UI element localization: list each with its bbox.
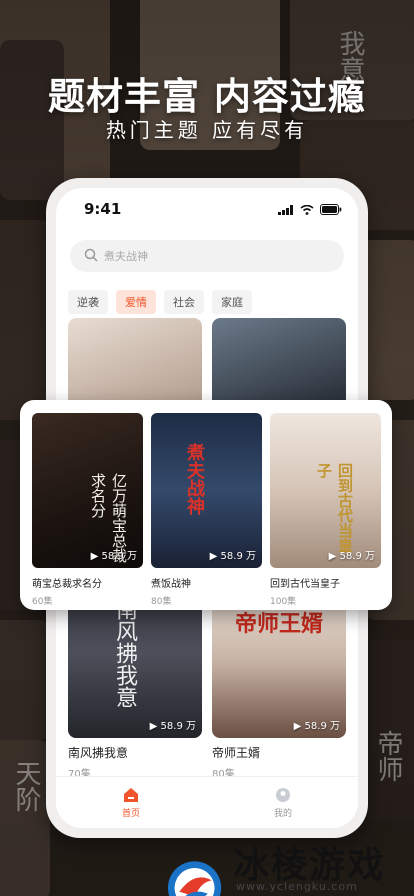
featured-episodes: 100集	[270, 597, 297, 607]
featured-poster: 煮夫战神 ▶ 58.9 万	[151, 413, 262, 568]
drama-title: 南风拂我意	[68, 746, 129, 760]
search-bar[interactable]: 煮夫战神	[70, 240, 344, 272]
poster-title-text: 回到古代当皇子	[315, 463, 354, 553]
featured-card[interactable]: 煮夫战神 ▶ 58.9 万 煮饭战神 80集	[151, 413, 262, 607]
tab-profile[interactable]: 我的	[253, 787, 313, 819]
search-placeholder: 煮夫战神	[104, 250, 148, 263]
featured-poster: 回到古代当皇子 ▶ 58.9 万	[270, 413, 381, 568]
featured-title: 煮饭战神	[151, 579, 191, 590]
play-count: ▶ 58.9 万	[293, 721, 340, 732]
play-count: ▶ 58.9 万	[90, 551, 137, 562]
tag-nixi[interactable]: 逆袭	[68, 290, 108, 314]
signal-icon	[278, 204, 293, 215]
profile-icon	[276, 788, 290, 802]
search-icon	[84, 248, 98, 262]
drama-title: 帝师王婿	[212, 746, 261, 760]
featured-card[interactable]: 回到古代当皇子 ▶ 58.9 万 回到古代当皇子 100集	[270, 413, 381, 607]
home-icon	[124, 788, 138, 802]
poster-title-text: 煮夫战神	[184, 443, 205, 515]
brand-watermark: 冰棱游戏网 www.yclengku.com	[166, 836, 414, 896]
poster-title-text: 帝师王婿	[234, 611, 323, 637]
hero-title: 题材丰富 内容过瘾	[48, 75, 366, 118]
featured-panel: 亿万萌宝总裁求名分 ▶ 58.9 万 萌宝总裁求名分 60集 煮夫战神 ▶ 58…	[20, 400, 392, 610]
brand-url: www.yclengku.com	[236, 880, 358, 893]
tab-home[interactable]: 首页	[101, 787, 161, 819]
tag-jiating[interactable]: 家庭	[212, 290, 252, 314]
tag-shehui[interactable]: 社会	[164, 290, 204, 314]
play-count: ▶ 58.9 万	[149, 721, 196, 732]
hero-subtitle: 热门主题 应有尽有	[105, 118, 309, 142]
battery-icon	[320, 204, 342, 215]
category-tags: 逆袭 爱情 社会 家庭	[68, 290, 252, 314]
brand-logo-icon	[167, 861, 222, 896]
wifi-icon	[300, 204, 314, 215]
featured-title: 回到古代当皇子	[270, 579, 340, 590]
poster-title-text: 南风拂我意	[112, 598, 137, 708]
play-count: ▶ 58.9 万	[209, 551, 256, 562]
tag-aiqing[interactable]: 爱情	[116, 290, 156, 314]
featured-episodes: 80集	[151, 597, 172, 607]
featured-title: 萌宝总裁求名分	[32, 579, 102, 590]
featured-poster: 亿万萌宝总裁求名分 ▶ 58.9 万	[32, 413, 143, 568]
featured-episodes: 60集	[32, 597, 53, 607]
tab-profile-label: 我的	[273, 809, 292, 819]
status-bar: 9:41	[56, 200, 358, 222]
tab-home-label: 首页	[121, 809, 140, 819]
status-time: 9:41	[84, 200, 122, 218]
play-count: ▶ 58.9 万	[328, 551, 375, 562]
featured-card[interactable]: 亿万萌宝总裁求名分 ▶ 58.9 万 萌宝总裁求名分 60集	[32, 413, 143, 607]
tab-bar: 首页 我的	[56, 776, 358, 828]
